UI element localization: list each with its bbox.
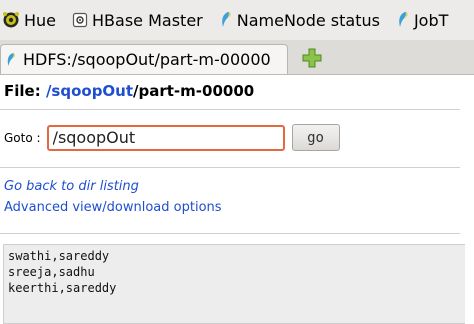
bookmark-jobtracker[interactable]: JobT: [396, 11, 448, 30]
plus-icon: [302, 48, 322, 72]
advanced-view-link[interactable]: Advanced view/download options: [4, 200, 222, 215]
go-button[interactable]: go: [291, 124, 340, 151]
hadoop-elephant-icon: [396, 11, 410, 29]
bookmark-label: HBase Master: [92, 10, 203, 30]
file-label: File:: [4, 82, 46, 100]
hue-logo-icon: [2, 11, 20, 29]
hadoop-elephant-icon: [5, 52, 17, 68]
file-contents: swathi,sareddy sreeja,sadhu keerthi,sare…: [4, 245, 465, 296]
tab-strip: HDFS:/sqoopOut/part-m-00000: [0, 40, 474, 75]
bookmarks-toolbar: Hue HBase Master NameNode status JobT: [0, 0, 474, 40]
dir-link[interactable]: /sqoopOut: [46, 82, 133, 100]
bookmark-label: Hue: [24, 10, 57, 30]
bookmark-label: JobT: [413, 10, 449, 30]
tab-title: HDFS:/sqoopOut/part-m-00000: [23, 50, 271, 69]
back-to-dir-link[interactable]: Go back to dir listing: [4, 179, 139, 194]
new-tab-button[interactable]: [300, 48, 324, 72]
file-contents-box: swathi,sareddy sreeja,sadhu keerthi,sare…: [3, 244, 465, 324]
divider: [0, 233, 460, 234]
hbase-page-icon: [72, 12, 88, 28]
file-line: sreeja,sadhu: [8, 265, 95, 279]
goto-label: Goto :: [4, 130, 41, 145]
bookmark-namenode-status[interactable]: NameNode status: [219, 11, 380, 30]
page-title: File: /sqoopOut/part-m-00000: [4, 82, 254, 100]
file-line: keerthi,sareddy: [8, 281, 117, 295]
bookmark-hue[interactable]: Hue: [2, 11, 56, 30]
goto-row: Goto : go: [4, 124, 340, 151]
bookmark-label: NameNode status: [236, 10, 380, 30]
tab-hdfs-file[interactable]: HDFS:/sqoopOut/part-m-00000: [0, 44, 288, 74]
goto-path-input[interactable]: [46, 124, 285, 151]
file-name: /part-m-00000: [133, 82, 255, 100]
divider: [0, 167, 460, 168]
file-line: swathi,sareddy: [8, 249, 110, 263]
hadoop-elephant-icon: [219, 11, 233, 29]
divider: [0, 109, 460, 110]
bookmark-hbase-master[interactable]: HBase Master: [72, 11, 203, 30]
